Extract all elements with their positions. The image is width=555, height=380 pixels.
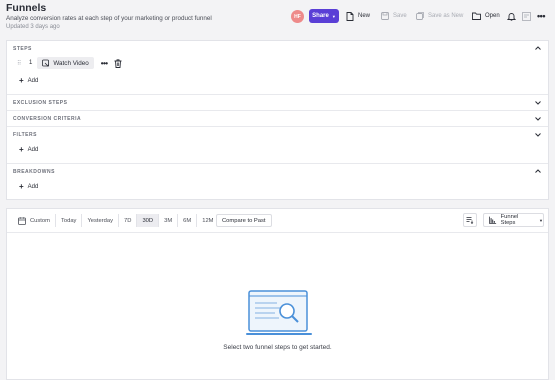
open-label: Open — [485, 13, 500, 19]
more-icon: ••• — [537, 11, 545, 21]
save-as-new-icon — [416, 12, 424, 20]
chart-type-dropdown[interactable]: Funnel Steps ▼ — [483, 213, 544, 227]
chevron-down-icon: ▼ — [539, 217, 543, 223]
video-event-icon — [42, 59, 50, 67]
trash-icon[interactable] — [114, 58, 122, 68]
page-header: Funnels Analyze conversion rates at each… — [0, 0, 555, 40]
list-settings-icon — [466, 217, 474, 224]
exclusion-steps-title: EXCLUSION STEPS — [13, 100, 68, 106]
range-30d-button[interactable]: 30D — [136, 214, 159, 227]
new-document-icon — [346, 11, 354, 21]
range-custom-label: Custom — [30, 217, 50, 224]
step-more-icon[interactable]: ••• — [101, 59, 108, 68]
breakdowns-section: BREAKDOWNS + Add — [7, 164, 548, 200]
open-button[interactable]: Open — [472, 10, 500, 22]
chevron-up-icon[interactable] — [534, 167, 542, 175]
share-button[interactable]: Share ▼ — [309, 9, 339, 23]
query-builder: STEPS ⠿ 1 Watch Video ••• + Add EXCLUSIO… — [6, 40, 549, 200]
chart-options-button[interactable] — [463, 213, 477, 227]
bar-chart-icon — [489, 216, 497, 224]
step-number: 1 — [29, 60, 33, 66]
add-breakdown-label: Add — [27, 184, 39, 190]
range-6m-button[interactable]: 6M — [177, 214, 196, 227]
save-button[interactable]: Save — [381, 10, 407, 22]
bell-icon — [506, 12, 516, 21]
chart-type-label: Funnel Steps — [500, 214, 519, 226]
conversion-criteria-title: CONVERSION CRITERIA — [13, 116, 82, 122]
steps-section: STEPS ⠿ 1 Watch Video ••• + Add — [7, 41, 548, 95]
conversion-criteria-section[interactable]: CONVERSION CRITERIA — [7, 111, 548, 127]
new-button[interactable]: New — [346, 10, 370, 22]
chevron-down-icon[interactable] — [534, 99, 542, 107]
filters-title: FILTERS — [13, 132, 37, 138]
report-toolbar: Custom Today Yesterday 7D 30D 3M 6M 12M … — [7, 209, 548, 233]
date-range-group: Custom Today Yesterday 7D 30D 3M 6M 12M — [13, 214, 219, 227]
filters-section: FILTERS + Add — [7, 127, 548, 164]
share-label: Share — [312, 13, 329, 19]
empty-state-message: Select two funnel steps to get started. — [223, 344, 332, 351]
add-to-board-button[interactable] — [520, 10, 532, 22]
step-row: ⠿ 1 Watch Video ••• — [17, 57, 122, 69]
range-custom-button[interactable]: Custom — [13, 214, 55, 227]
drag-handle-icon[interactable]: ⠿ — [17, 60, 21, 67]
add-filter-button[interactable]: + Add — [19, 145, 38, 155]
board-icon — [521, 11, 531, 21]
save-as-new-label: Save as New — [428, 13, 464, 19]
chevron-down-icon[interactable] — [534, 131, 542, 139]
folder-icon — [472, 12, 481, 20]
page-subtitle: Analyze conversion rates at each step of… — [6, 15, 212, 22]
plus-icon: + — [19, 145, 24, 154]
step-event-chip[interactable]: Watch Video — [37, 57, 94, 69]
alerts-button[interactable] — [505, 10, 517, 22]
range-3m-button[interactable]: 3M — [158, 214, 177, 227]
page-title: Funnels — [6, 2, 47, 14]
range-yesterday-button[interactable]: Yesterday — [81, 214, 118, 227]
range-7d-button[interactable]: 7D — [118, 214, 136, 227]
add-filter-label: Add — [27, 147, 39, 153]
report-panel: Custom Today Yesterday 7D 30D 3M 6M 12M … — [6, 208, 549, 380]
step-event-label: Watch Video — [53, 59, 89, 67]
empty-state-illustration — [246, 290, 312, 335]
steps-title: STEPS — [13, 46, 32, 52]
save-label: Save — [393, 13, 407, 19]
more-options-button[interactable]: ••• — [535, 10, 547, 22]
range-today-button[interactable]: Today — [54, 214, 81, 227]
plus-icon: + — [19, 182, 24, 191]
avatar[interactable]: HF — [291, 10, 304, 23]
chevron-down-icon: ▼ — [331, 13, 336, 19]
save-as-new-button[interactable]: Save as New — [416, 10, 463, 22]
new-label: New — [358, 13, 371, 19]
updated-timestamp: Updated 3 days ago — [6, 24, 60, 30]
plus-icon: + — [19, 76, 24, 85]
compare-to-past-button[interactable]: Compare to Past — [216, 214, 272, 227]
add-step-button[interactable]: + Add — [19, 76, 38, 86]
chevron-up-icon[interactable] — [534, 44, 542, 52]
add-breakdown-button[interactable]: + Add — [19, 182, 38, 192]
save-icon — [381, 12, 389, 20]
add-step-label: Add — [27, 78, 39, 84]
exclusion-steps-section[interactable]: EXCLUSION STEPS — [7, 95, 548, 111]
chevron-down-icon[interactable] — [534, 115, 542, 123]
calendar-icon — [18, 216, 26, 225]
breakdowns-title: BREAKDOWNS — [13, 169, 55, 175]
